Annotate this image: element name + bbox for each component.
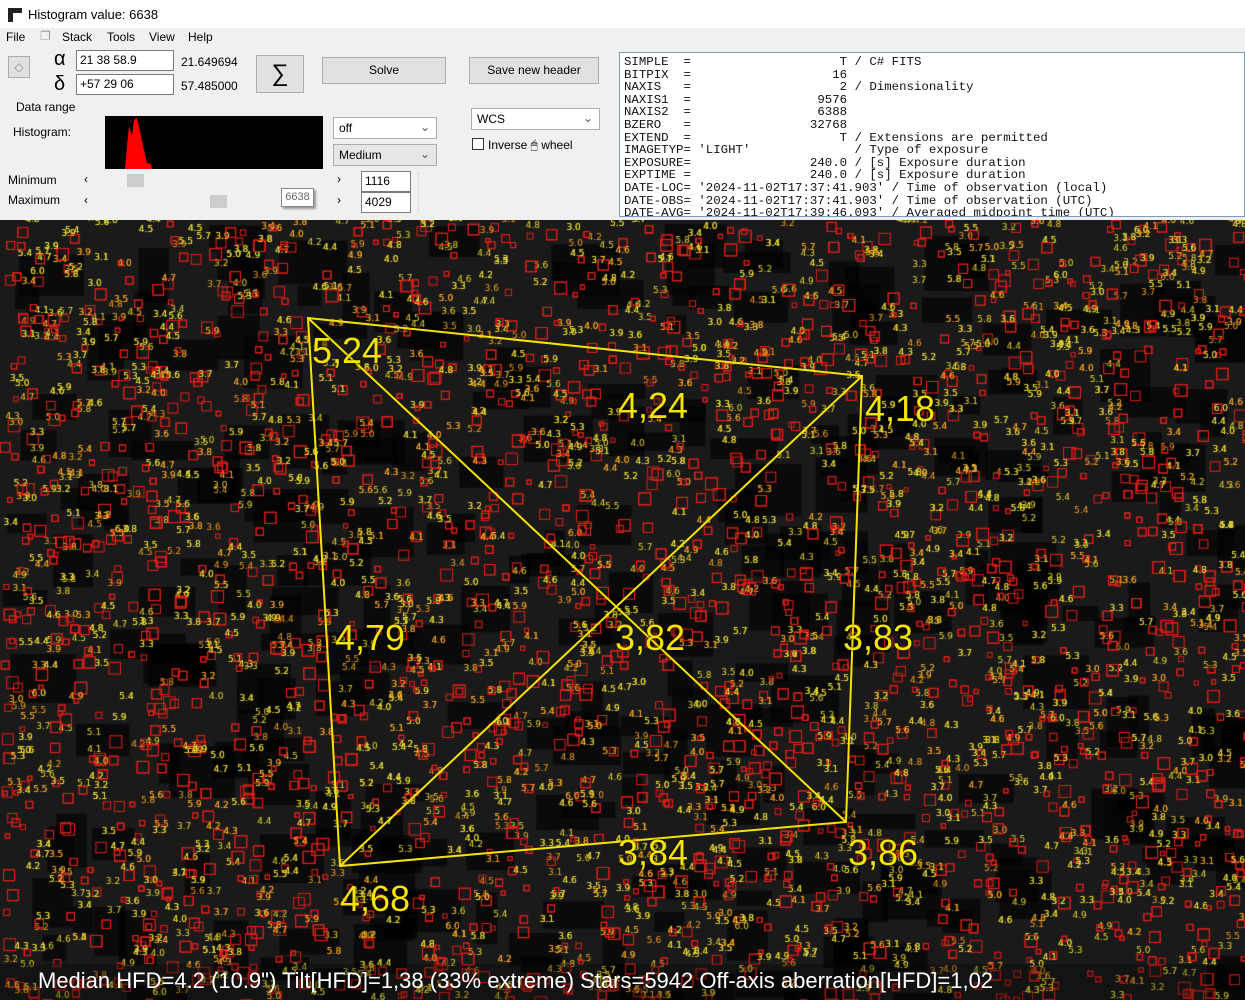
hfd-label-top-right: 4,18 <box>865 388 936 429</box>
tilt-overlay <box>306 316 864 868</box>
tilt-quadrilateral <box>306 316 864 868</box>
alpha-label: α <box>54 48 66 70</box>
wcs-select[interactable]: WCS ⌄ <box>471 108 600 130</box>
maximum-label: Maximum <box>8 193 61 207</box>
tilt-diagonal-2 <box>339 375 863 867</box>
inverse-wheel-label: Inverse 🖱 wheel <box>488 138 573 152</box>
maximum-input[interactable]: 4029 <box>361 192 411 213</box>
minimum-label: Minimum <box>8 173 57 187</box>
menu-help[interactable]: Help <box>188 30 213 44</box>
level-value: Medium <box>339 148 382 162</box>
value-tooltip: 6638 <box>281 188 314 207</box>
fits-header-line: IMAGETYP= 'LIGHT' / Type of exposure <box>624 143 989 158</box>
data-range-label: Data range <box>16 100 76 114</box>
max-right-arrow[interactable]: › <box>337 193 341 207</box>
window-title: Histogram value: 6638 <box>28 7 159 22</box>
menu-tools[interactable]: Tools <box>107 30 135 44</box>
solve-button[interactable]: Solve <box>322 57 446 84</box>
level-select[interactable]: Medium ⌄ <box>333 144 437 166</box>
min-left-arrow[interactable]: ‹ <box>84 172 88 186</box>
menu-view[interactable]: View <box>149 30 175 44</box>
fits-header-line: SIMPLE = T / C# FITS <box>624 55 922 69</box>
save-new-header-button[interactable]: Save new header <box>469 57 599 84</box>
star-image-view[interactable]: 5,24 4,24 4,18 4,79 3,82 3,83 3,84 3,86 … <box>0 220 1245 1000</box>
fits-header-text[interactable]: SIMPLE = T / C# FITS BITPIX = 16 NAXIS = 2… <box>619 52 1245 217</box>
max-left-arrow[interactable]: ‹ <box>84 193 88 207</box>
hfd-label-bottom: 3,84 <box>618 832 689 873</box>
fits-header-line: BZERO = 32768 <box>624 117 848 132</box>
hfd-label-right: 3,83 <box>843 617 914 658</box>
tilt-diagonal-1 <box>307 317 847 823</box>
status-line: Median HFD=4.2 (10.9") Tilt[HFD]=1,38 (3… <box>0 964 1245 1000</box>
stretch-select[interactable]: off ⌄ <box>333 117 437 139</box>
delta-label: δ <box>54 73 66 95</box>
chevron-down-icon: ⌄ <box>582 111 593 125</box>
maximum-slider-thumb[interactable] <box>210 195 227 208</box>
title-bar: Histogram value: 6638 <box>0 0 1245 28</box>
histogram-display[interactable] <box>105 116 323 169</box>
dec-decimal: 57.485000 <box>181 79 238 93</box>
minimum-input[interactable]: 1116 <box>361 171 411 192</box>
sigma-button[interactable]: ∑ <box>256 55 304 93</box>
hfd-label-top-left: 5,24 <box>312 330 383 371</box>
wcs-value: WCS <box>477 112 505 126</box>
minimum-slider-thumb[interactable] <box>127 174 145 187</box>
hfd-label-left: 4,79 <box>335 617 406 658</box>
dec-input[interactable]: +57 29 06 <box>76 74 174 95</box>
fits-header-line: DATE-AVG= '2024-11-02T17:39:46.093' / Av… <box>624 206 1115 217</box>
fits-header-line: NAXIS = 2 / Dimensionality <box>624 80 974 95</box>
hfd-label-bottom-left: 4,68 <box>340 878 411 919</box>
chevron-down-icon: ⌄ <box>419 147 430 161</box>
min-right-arrow[interactable]: › <box>337 172 341 186</box>
menu-file[interactable]: File <box>6 30 25 44</box>
hfd-label-top: 4,24 <box>618 385 689 426</box>
ra-decimal: 21.649694 <box>181 55 238 69</box>
histogram-label: Histogram: <box>13 125 72 139</box>
stretch-value: off <box>339 121 353 135</box>
hfd-label-center: 3,82 <box>615 617 686 658</box>
inverse-wheel-checkbox[interactable] <box>472 138 484 150</box>
ra-input[interactable]: 21 38 58.9 <box>76 50 174 71</box>
app-icon <box>8 8 22 22</box>
fits-header-line: DATE-LOC= '2024-11-02T17:37:41.903' / Ti… <box>624 180 1108 195</box>
copy-icon[interactable]: ❐ <box>40 29 51 43</box>
range-spin-slider[interactable] <box>418 173 430 211</box>
chevron-down-icon: ⌄ <box>419 120 430 134</box>
menu-stack[interactable]: Stack <box>62 30 92 44</box>
hfd-label-bottom-right: 3,86 <box>848 832 919 873</box>
diamond-toggle-button[interactable]: ◇ <box>8 56 30 78</box>
